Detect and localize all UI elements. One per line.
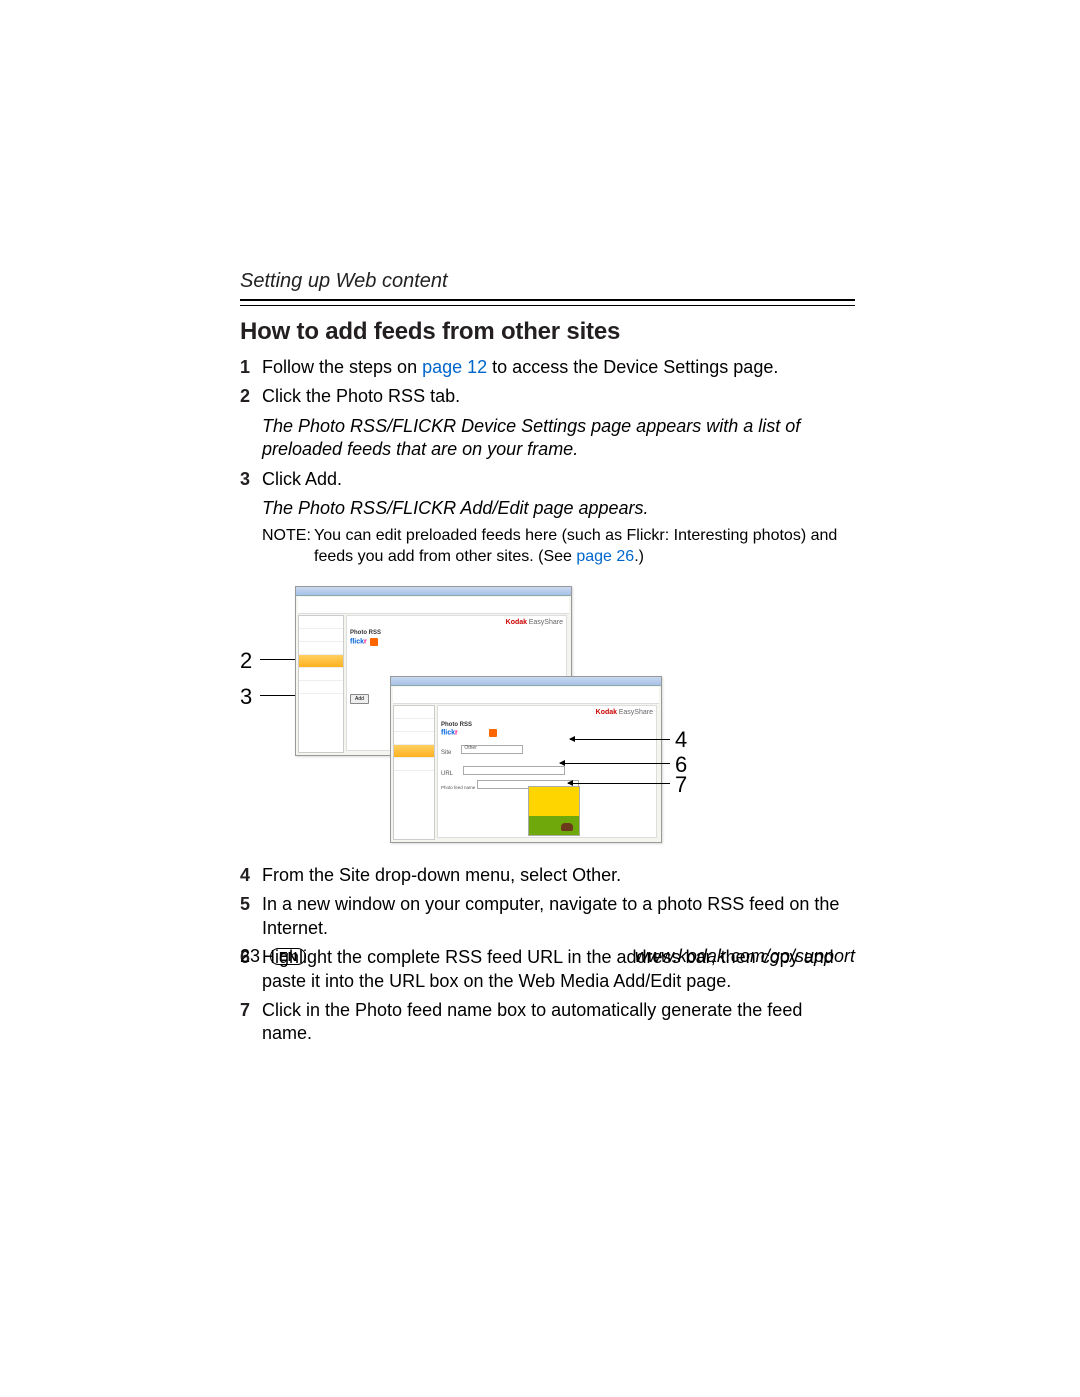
steps-list-3: 3 Click Add.	[240, 468, 855, 491]
brand-row: Kodak EasyShare	[350, 619, 563, 626]
step-number: 7	[240, 999, 262, 1022]
sidebar-item	[299, 616, 343, 629]
step-2: 2 Click the Photo RSS tab.	[240, 385, 855, 408]
callout-7: 7	[675, 772, 687, 798]
site-dropdown[interactable]: Other	[461, 745, 523, 754]
sidebar-item	[394, 758, 434, 771]
easyshare-text: EasyShare	[619, 709, 653, 716]
callout-label: 3	[240, 684, 252, 710]
step-text: Follow the steps on page 12 to access th…	[262, 356, 855, 379]
screenshot-front: Kodak EasyShare Photo RSS flickr Site Ot	[390, 676, 662, 843]
photo-rss-heading: Photo RSS	[441, 722, 653, 728]
step-number: 5	[240, 893, 262, 916]
figure: 2 3 Kodak EasyShare Ph	[240, 586, 855, 846]
flickr-logo: flickr	[350, 639, 367, 646]
step-7: 7 Click in the Photo feed name box to au…	[240, 999, 855, 1046]
url-row: URL	[441, 766, 653, 777]
callout-label: 7	[675, 772, 687, 798]
feed-name-label: Photo feed name	[441, 785, 475, 790]
page-number: 23	[240, 946, 260, 967]
photo-rss-heading: Photo RSS	[350, 630, 563, 636]
flickr-row: flickr	[350, 638, 563, 646]
kodak-logo-text: Kodak	[596, 709, 617, 716]
url-input[interactable]	[463, 766, 565, 775]
callout-6-line	[560, 763, 670, 764]
site-label: Site	[441, 750, 451, 756]
window-body: Kodak EasyShare Photo RSS flickr Site Ot	[437, 705, 657, 838]
brand-row: Kodak EasyShare	[441, 709, 653, 716]
result-text-2: The Photo RSS/FLICKR Add/Edit page appea…	[262, 497, 855, 520]
note: NOTE: You can edit preloaded feeds here …	[262, 526, 855, 568]
sidebar-item	[299, 681, 343, 694]
note-label: NOTE:	[262, 526, 314, 568]
steps-list-top: 1 Follow the steps on page 12 to access …	[240, 356, 855, 409]
flower-thumbnail	[528, 786, 580, 836]
site-row: Site Other	[441, 745, 653, 756]
sidebar-item-selected	[299, 655, 343, 668]
flickr-logo: flickr	[441, 730, 458, 737]
sidebar-item	[394, 732, 434, 745]
callout-label: 4	[675, 727, 687, 753]
window-toolbar	[298, 597, 569, 614]
callout-7-line	[568, 783, 670, 784]
step-number: 2	[240, 385, 262, 408]
step-number: 4	[240, 864, 262, 887]
sidebar-item	[299, 668, 343, 681]
sidebar-item	[394, 719, 434, 732]
callout-3: 3	[240, 684, 252, 710]
kodak-logo-text: Kodak	[506, 619, 527, 626]
running-head: Setting up Web content	[240, 270, 855, 293]
page-link-26[interactable]: page 26	[576, 548, 634, 565]
flickr-row: flickr	[441, 729, 653, 737]
page-footer: 23 EN www.kodak.com/go/support	[240, 946, 855, 967]
callout-label: 2	[240, 648, 252, 674]
window-titlebar	[296, 587, 571, 596]
manual-page: Setting up Web content How to add feeds …	[0, 0, 1080, 1397]
step-text-post: to access the Device Settings page.	[487, 357, 778, 377]
callout-4-line	[570, 739, 670, 740]
language-badge: EN	[270, 948, 306, 965]
header-rule	[240, 299, 855, 306]
url-label: URL	[441, 771, 453, 777]
add-button[interactable]: Add	[350, 694, 369, 704]
rss-icon	[489, 729, 497, 737]
step-5: 5 In a new window on your computer, navi…	[240, 893, 855, 940]
step-text: In a new window on your computer, naviga…	[262, 893, 855, 940]
section-title: How to add feeds from other sites	[240, 318, 855, 346]
support-url[interactable]: www.kodak.com/go/support	[635, 946, 855, 967]
sidebar	[298, 615, 344, 753]
step-number: 1	[240, 356, 262, 379]
site-dropdown-value: Other	[464, 745, 477, 751]
note-body: You can edit preloaded feeds here (such …	[314, 526, 855, 568]
step-text-pre: Follow the steps on	[262, 357, 422, 377]
easyshare-text: EasyShare	[529, 619, 563, 626]
step-3: 3 Click Add.	[240, 468, 855, 491]
step-1: 1 Follow the steps on page 12 to access …	[240, 356, 855, 379]
window-toolbar	[393, 687, 659, 704]
step-text: From the Site drop-down menu, select Oth…	[262, 864, 855, 887]
result-text-1: The Photo RSS/FLICKR Device Settings pag…	[262, 415, 855, 462]
sidebar-item	[394, 706, 434, 719]
step-text: Click in the Photo feed name box to auto…	[262, 999, 855, 1046]
window-titlebar	[391, 677, 661, 686]
rss-icon	[370, 638, 378, 646]
callout-4: 4	[675, 727, 687, 753]
note-post: .)	[634, 548, 644, 565]
page-link-12[interactable]: page 12	[422, 357, 487, 377]
step-text: Click Add.	[262, 468, 855, 491]
sidebar-item-selected	[394, 745, 434, 758]
sidebar-item	[299, 642, 343, 655]
callout-2: 2	[240, 648, 252, 674]
sidebar-item	[299, 629, 343, 642]
step-number: 3	[240, 468, 262, 491]
step-4: 4 From the Site drop-down menu, select O…	[240, 864, 855, 887]
add-button-area: Add	[350, 694, 369, 704]
step-text: Click the Photo RSS tab.	[262, 385, 855, 408]
sidebar	[393, 705, 435, 840]
